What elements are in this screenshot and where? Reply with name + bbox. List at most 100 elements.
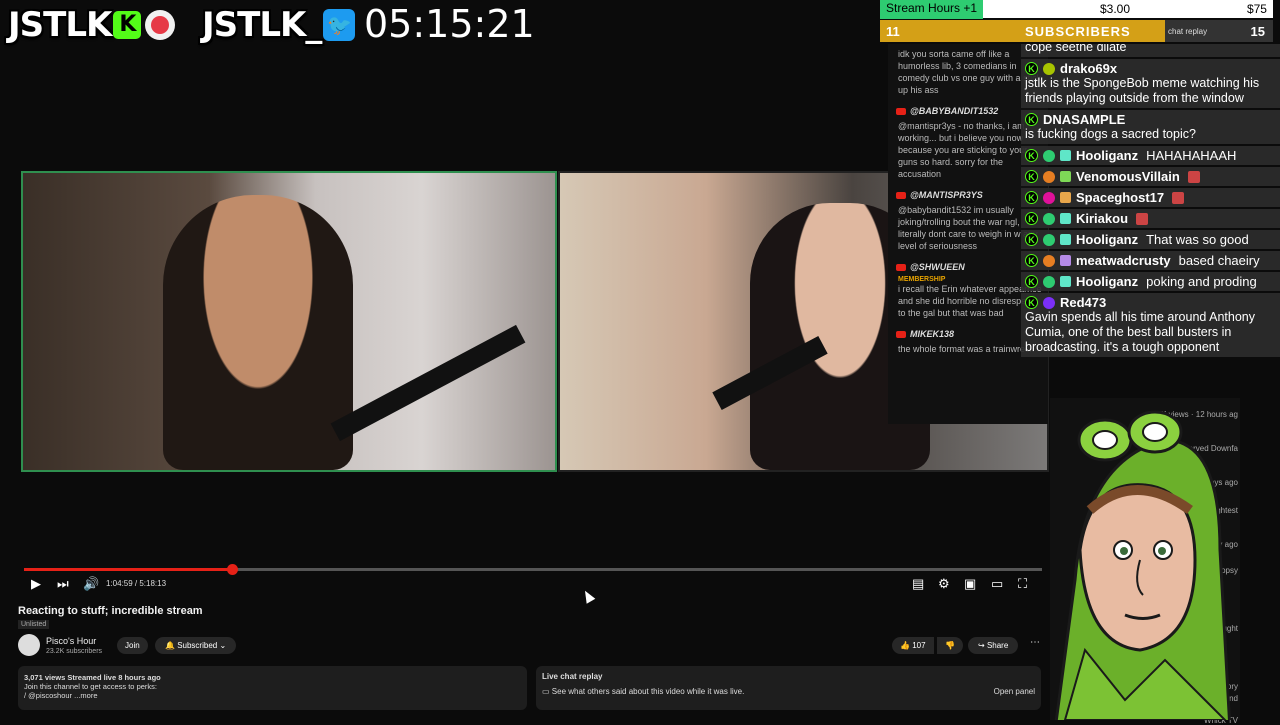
share-button[interactable]: ↪ Share [968, 637, 1019, 654]
user-badge-icon [1043, 212, 1055, 225]
like-count: 107 [912, 641, 926, 650]
subscriber-count-right: 15 [1250, 23, 1265, 39]
share-icon: ↪ [978, 641, 987, 650]
chat-username-text: @SHWUEEN [910, 262, 965, 272]
jstlk-kick-logo: JSTLK K [8, 5, 176, 45]
kick-chat-header: K Hooliganz poking and proding [1025, 274, 1276, 289]
kick-username: VenomousVillain [1076, 169, 1180, 184]
kick-username: Hooliganz [1076, 274, 1139, 289]
chat-username-text: @MANTISPR3YS [910, 190, 983, 200]
kick-chat-overlay: cope seethe dilate Kdrako69x jstlk is the … [1021, 44, 1280, 400]
view-stats: 3,071 views Streamed live 8 hours ago [24, 673, 161, 682]
kick-username: Hooliganz [1076, 232, 1139, 247]
kick-message-text: jstlk is the SpongeBob meme watching his… [1025, 76, 1260, 105]
kick-inline-message: poking and proding [1146, 274, 1257, 289]
playback-time: 1:04:59 / 5:18:13 [106, 579, 167, 588]
kick-inline-message: HAHAHAHAAH [1146, 148, 1237, 163]
share-label: Share [986, 641, 1009, 650]
kick-badge-icon: K [1025, 233, 1038, 246]
youtube-icon [896, 330, 906, 338]
kick-username: Kiriakou [1076, 211, 1129, 226]
stream-clock: 05:15:21 [364, 2, 535, 46]
mouse-cursor [580, 588, 596, 604]
progress-scrubber[interactable] [226, 564, 238, 575]
kick-chat-message: K Red473 Gavin spends all his time around … [1021, 293, 1280, 357]
chat-icon: ▭ [542, 687, 552, 696]
live-chat-replay-box: Live chat replay ▭ See what others said … [536, 666, 1041, 710]
user-badge-icon [1043, 296, 1055, 309]
subscribed-button[interactable]: 🔔 Subscribed ⌄ [155, 637, 237, 654]
stream-goal-bar: Stream Hours +1 $3.00 $75 [880, 0, 1273, 19]
kick-badge-icon: K [1025, 62, 1038, 75]
mic-arm [330, 324, 526, 442]
live-chat-replay-title: Live chat replay [542, 672, 603, 681]
thumbs-up-icon: 👍 [900, 641, 913, 650]
kick-chat-header: K Kiriakou [1025, 211, 1276, 226]
emote-icon [1136, 212, 1149, 225]
kick-badge-icon: K [1025, 212, 1038, 225]
kick-message-text: Gavin spends all his time around Anthony… [1025, 310, 1255, 354]
subscriber-badge-icon [1060, 255, 1071, 266]
settings-gear-icon[interactable]: ⚙ [938, 576, 950, 592]
channel-avatar[interactable] [18, 634, 40, 656]
progress-fill [24, 568, 232, 571]
chat-replay-label: chat replay [1168, 26, 1208, 36]
kick-username: drako69x [1060, 61, 1118, 76]
user-badge-icon [1043, 275, 1055, 288]
subscribed-label: Subscribed [177, 641, 218, 650]
kick-chat-message: K Kiriakou [1021, 209, 1280, 228]
kick-username: Red473 [1060, 295, 1107, 310]
next-icon[interactable]: ⏭ [57, 576, 69, 592]
dislike-button[interactable]: 👎 [937, 637, 963, 654]
volume-icon[interactable]: 🔊 [83, 576, 99, 592]
kick-chat-message: K VenomousVillain [1021, 167, 1280, 186]
kick-chat-header: K Hooliganz That was so good [1025, 232, 1276, 247]
join-button[interactable]: Join [117, 637, 148, 654]
theater-mode-icon[interactable]: ▭ [991, 576, 1003, 592]
video-progress-bar[interactable] [24, 564, 1042, 575]
user-badge-icon [1043, 62, 1055, 75]
user-badge-icon [1043, 254, 1055, 267]
kick-chat-message: K Hooliganz That was so good [1021, 230, 1280, 249]
like-button[interactable]: 👍 107 [892, 637, 934, 654]
subscriber-badge-icon [1060, 234, 1071, 245]
chat-username-text: @BABYBANDIT1532 [910, 106, 999, 116]
video-title: Reacting to stuff; incredible stream [18, 605, 203, 617]
kick-inline-message: based chaeiry [1178, 253, 1260, 268]
channel-handle[interactable]: / @piscoshour [24, 691, 72, 700]
more-actions-icon[interactable]: ⋯ [1030, 637, 1040, 648]
kick-chat-header: K VenomousVillain [1025, 169, 1276, 184]
subscriber-badge-icon [1060, 213, 1071, 224]
description-handle-line: / @piscoshour ...more [24, 691, 527, 700]
description-box[interactable]: 3,071 views Streamed live 8 hours ago Jo… [18, 666, 527, 710]
youtube-icon [896, 107, 906, 115]
play-icon[interactable]: ▶ [31, 576, 41, 592]
kick-chat-header: K Spaceghost17 [1025, 190, 1276, 205]
kick-chat-message: Kmeatwadcrusty based chaeiry [1021, 251, 1280, 270]
miniplayer-icon[interactable]: ▣ [964, 576, 976, 592]
kick-icon: K [113, 11, 142, 39]
open-panel-button[interactable]: Open panel [994, 687, 1035, 696]
fullscreen-icon[interactable]: ⛶ [1018, 576, 1027, 592]
live-chat-replay-desc: See what others said about this video wh… [551, 687, 745, 696]
kick-badge-icon: K [1025, 275, 1038, 288]
kick-username: Spaceghost17 [1076, 190, 1165, 205]
youtube-icon [896, 263, 906, 271]
kick-badge-icon: K [1025, 170, 1038, 183]
host-camera-feed [21, 171, 557, 472]
unlisted-badge: Unlisted [18, 620, 50, 629]
more-link[interactable]: ...more [74, 691, 97, 700]
kick-chat-header: K DNASAMPLE [1025, 112, 1276, 127]
kick-username: Hooliganz [1076, 148, 1139, 163]
kick-chat-message: cope seethe dilate [1021, 44, 1280, 57]
kick-badge-icon: K [1025, 113, 1038, 126]
host-figure [163, 195, 353, 470]
subtitles-icon[interactable]: ▤ [912, 576, 924, 592]
kick-badge-icon: K [1025, 254, 1038, 267]
emote-icon [1187, 170, 1200, 183]
subscriber-badge-icon [1060, 150, 1071, 161]
channel-name[interactable]: Pisco's Hour [46, 636, 96, 646]
record-icon [145, 10, 176, 40]
kick-chat-message: K Spaceghost17 [1021, 188, 1280, 207]
chat-username-text: MIKEK138 [910, 329, 955, 339]
